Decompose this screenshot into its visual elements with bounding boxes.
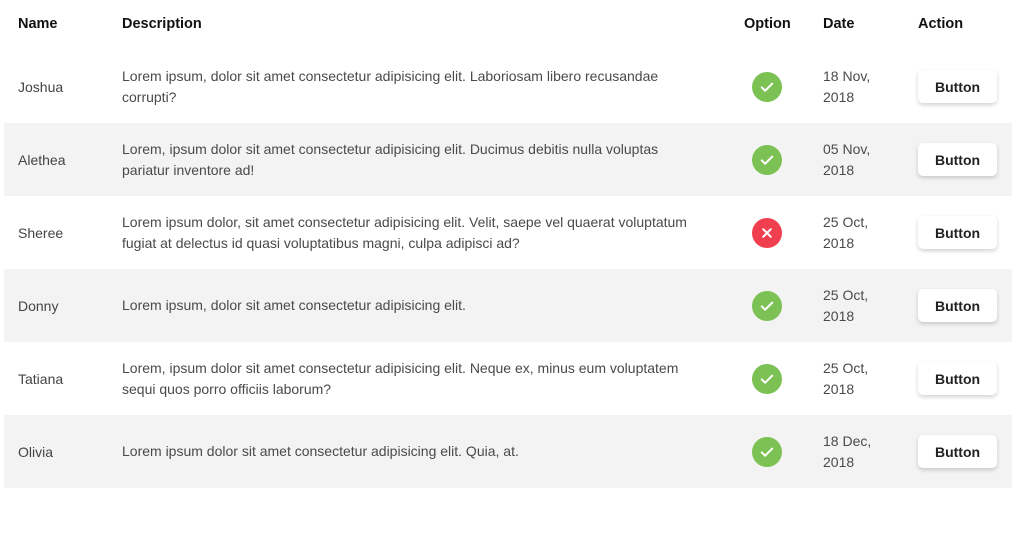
column-header-description[interactable]: Description [122,16,202,32]
check-circle-icon [752,363,782,394]
row-action-button[interactable]: Button [918,362,997,395]
row-option [752,50,782,123]
row-description: Lorem, ipsum dolor sit amet consectetur … [122,359,679,397]
row-action-button[interactable]: Button [918,143,997,176]
row-name: Alethea [18,151,66,168]
row-action: Button [918,196,997,269]
row-action: Button [918,50,997,123]
check-circle-icon [752,436,782,467]
table-row: Joshua Lorem ipsum, dolor sit amet conse… [4,50,1012,123]
table-row: Alethea Lorem, ipsum dolor sit amet cons… [4,123,1012,196]
row-name: Joshua [18,78,64,95]
row-action-button[interactable]: Button [918,216,997,249]
row-description: Lorem ipsum, dolor sit amet consectetur … [122,297,466,313]
check-circle-icon [752,290,782,321]
row-name: Sheree [18,224,64,241]
row-action-button[interactable]: Button [918,70,997,103]
data-table: Name Description Option Date Action Fran… [4,0,1012,537]
table-row: Olivia Lorem ipsum dolor sit amet consec… [4,415,1012,488]
row-action: Button [918,342,997,415]
row-date: 25 Oct, 2018 [823,286,869,324]
row-description: Lorem ipsum, dolor sit amet consectetur … [122,67,659,105]
x-circle-icon [752,217,782,248]
row-description: Lorem ipsum dolor sit amet consectetur a… [122,443,519,459]
table-body: Francesca Lorem ipsum dolor sit amet con… [4,0,1012,488]
check-circle-icon [752,71,782,102]
row-action-button[interactable]: Button [918,289,997,322]
column-header-option[interactable]: Option [744,16,791,32]
row-action: Button [918,123,997,196]
row-date: 05 Nov, 2018 [823,140,871,178]
row-action: Button [918,415,997,488]
row-action-button[interactable]: Button [918,435,997,468]
row-option [752,415,782,488]
row-description: Lorem, ipsum dolor sit amet consectetur … [122,140,659,178]
row-date: 25 Oct, 2018 [823,359,869,397]
row-date: 25 Oct, 2018 [823,213,869,251]
row-date: 18 Dec, 2018 [823,432,872,470]
table-header: Name Description Option Date Action [4,0,1012,50]
row-option [752,342,782,415]
row-option [752,269,782,342]
row-name: Olivia [18,443,54,460]
table-row: Tatiana Lorem, ipsum dolor sit amet cons… [4,342,1012,415]
column-header-name[interactable]: Name [18,16,58,32]
table-row: Donny Lorem ipsum, dolor sit amet consec… [4,269,1012,342]
row-action: Button [918,269,997,342]
column-header-date[interactable]: Date [823,16,854,32]
row-option [752,123,782,196]
row-name: Tatiana [18,370,64,387]
check-circle-icon [752,144,782,175]
row-option [752,196,782,269]
row-date: 18 Nov, 2018 [823,67,871,105]
column-header-action[interactable]: Action [918,16,963,32]
row-description: Lorem ipsum dolor, sit amet consectetur … [122,213,687,251]
row-name: Donny [18,297,59,314]
table-row: Sheree Lorem ipsum dolor, sit amet conse… [4,196,1012,269]
